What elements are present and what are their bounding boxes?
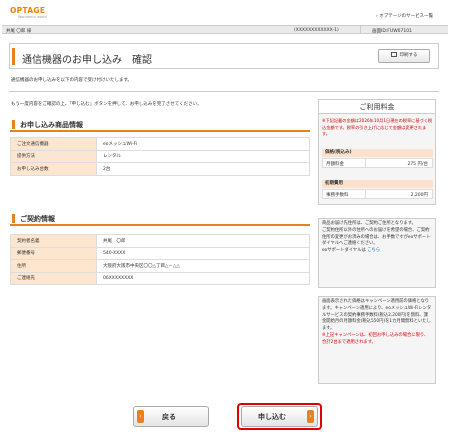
title-accent	[12, 48, 15, 65]
row-value: レンタル	[96, 149, 310, 163]
row-label: 郵便番号	[10, 246, 97, 260]
monthly-fee-value: 275 円/台	[407, 162, 428, 167]
campaign-text: 画面表示された価格はキャンペーン適用前の価格となります。キャンペーン適用により、…	[322, 299, 432, 332]
back-label: 戻る	[162, 413, 176, 421]
description-text: 通信機器のお申し込みを以下の内容で受け付けいたします。	[11, 78, 133, 83]
divider	[365, 190, 366, 198]
admin-fee-label: 事務手数料	[326, 193, 349, 198]
info-bar: 井尾 〇郎 様 (XXXXXXXXXXXX-1) 画面ID:FUW07101	[2, 25, 448, 34]
campaign-note: ※上記キャンペーンは、初回お申し込みの場合に限り、合計2台まで適用されます。	[322, 332, 429, 345]
page-title-box: 通信機器のお申し込み 確認 印刷する	[9, 43, 439, 69]
pricing-title: ご利用料金	[319, 100, 435, 114]
table-row: 住所 大阪府大阪市中央区〇〇△丁目△－△△	[10, 259, 310, 273]
row-label: ご連絡先	[10, 271, 97, 285]
support-text: eoサポートダイヤルは	[322, 248, 368, 254]
row-value: 2台	[96, 162, 310, 176]
contract-heading: ご契約情報	[20, 215, 55, 223]
printer-icon	[390, 52, 397, 57]
table-row: 契約者名義 井尾 〇郎	[10, 234, 310, 248]
divider	[360, 26, 361, 34]
chevron-left-icon: ‹	[137, 410, 144, 423]
optage-logo: OPTAGE Wonderful world	[10, 6, 50, 22]
row-label: お申し込み台数	[10, 162, 97, 176]
print-button[interactable]: 印刷する	[378, 49, 430, 63]
screen-id: 画面ID:FUW07101	[372, 28, 412, 34]
delivery-note: 商品お届け先住所は、ご契約ご住所となります。	[322, 221, 416, 226]
user-name: 井尾 〇郎 様	[6, 28, 32, 34]
monthly-fee-label: 月額料金	[326, 162, 344, 167]
initial-cost-heading: 初期費用	[322, 180, 433, 188]
table-row: お申し込み台数 2台	[10, 162, 310, 176]
row-label: 提供方法	[10, 149, 97, 163]
instruction-text: もう一度内容をご確認の上、「申し込む」ボタンを押して、お申し込みを完了させてくだ…	[11, 102, 202, 107]
heading-accent	[12, 214, 15, 223]
logo-text: OPTAGE	[10, 6, 46, 15]
price-heading: 価格(税込み)	[322, 149, 433, 157]
table-row: 提供方法 レンタル	[10, 149, 310, 163]
chevron-right-icon: ›	[307, 410, 314, 423]
order-section-heading: お申し込み商品情報	[10, 117, 310, 132]
delivery-change-note: ご契約住所以外の住所へのお届けを希望の場合、ご契約住所の変更がお済みの場合は、お…	[322, 227, 431, 247]
delivery-info-box: 商品お届け先住所は、ご契約ご住所となります。 ご契約住所以外の住所へのお届けを希…	[318, 218, 436, 288]
divider	[365, 159, 366, 167]
back-button[interactable]: ‹ 戻る	[133, 406, 209, 427]
table-row: 郵便番号 540-XXXX	[10, 246, 310, 260]
row-value: 540-XXXX	[96, 246, 310, 260]
tax-note: ※下記記載の金額は2026年10月1日現在の税率に基づく税込金額です。税率の引き…	[322, 118, 433, 136]
admin-fee-row: 事務手数料 2,200円	[322, 189, 433, 199]
contract-section-heading: ご契約情報	[10, 211, 310, 226]
row-label: ご注文通信機器	[10, 137, 97, 151]
row-label: 契約者名義	[10, 234, 97, 248]
campaign-info-box: 画面表示された価格はキャンペーン適用前の価格となります。キャンペーン適用により、…	[318, 296, 436, 384]
print-label: 印刷する	[399, 53, 418, 58]
contract-table: 契約者名義 井尾 〇郎 郵便番号 540-XXXX 住所 大阪府大阪市中央区〇〇△丁目…	[10, 234, 310, 285]
pricing-panel: ご利用料金 ※下記記載の金額は2026年10月1日現在の税率に基づく税込金額です…	[318, 99, 436, 205]
order-table: ご注文通信機器 eoメッシュWi-Fi 提供方法 レンタル お申し込み台数 2台	[10, 137, 310, 176]
support-line: eoサポートダイヤルは こちら	[322, 248, 432, 255]
row-value: 井尾 〇郎	[96, 234, 310, 248]
table-row: ご連絡先 06XXXXXXXX	[10, 271, 310, 285]
monthly-fee-row: 月額料金 275 円/台	[322, 158, 433, 168]
service-list-link[interactable]: › オプテージのサービス一覧	[376, 13, 433, 19]
admin-fee-value: 2,200円	[410, 193, 428, 198]
row-value: eoメッシュWi-Fi	[96, 137, 310, 151]
page-title: 通信機器のお申し込み 確認	[22, 55, 152, 66]
table-row: ご注文通信機器 eoメッシュWi-Fi	[10, 137, 310, 151]
row-value: 06XXXXXXXX	[96, 271, 310, 285]
heading-accent	[12, 120, 15, 129]
support-link[interactable]: こちら	[367, 248, 380, 253]
submit-label: 申し込む	[258, 413, 286, 421]
customer-number: (XXXXXXXXXXXX-1)	[294, 27, 339, 33]
order-heading: お申し込み商品情報	[20, 121, 83, 129]
row-value: 大阪府大阪市中央区〇〇△丁目△－△△	[96, 259, 310, 273]
submit-button[interactable]: 申し込む ›	[241, 406, 318, 427]
logo-subtext: Wonderful world	[18, 15, 47, 19]
row-label: 住所	[10, 259, 97, 273]
divider	[9, 91, 439, 92]
